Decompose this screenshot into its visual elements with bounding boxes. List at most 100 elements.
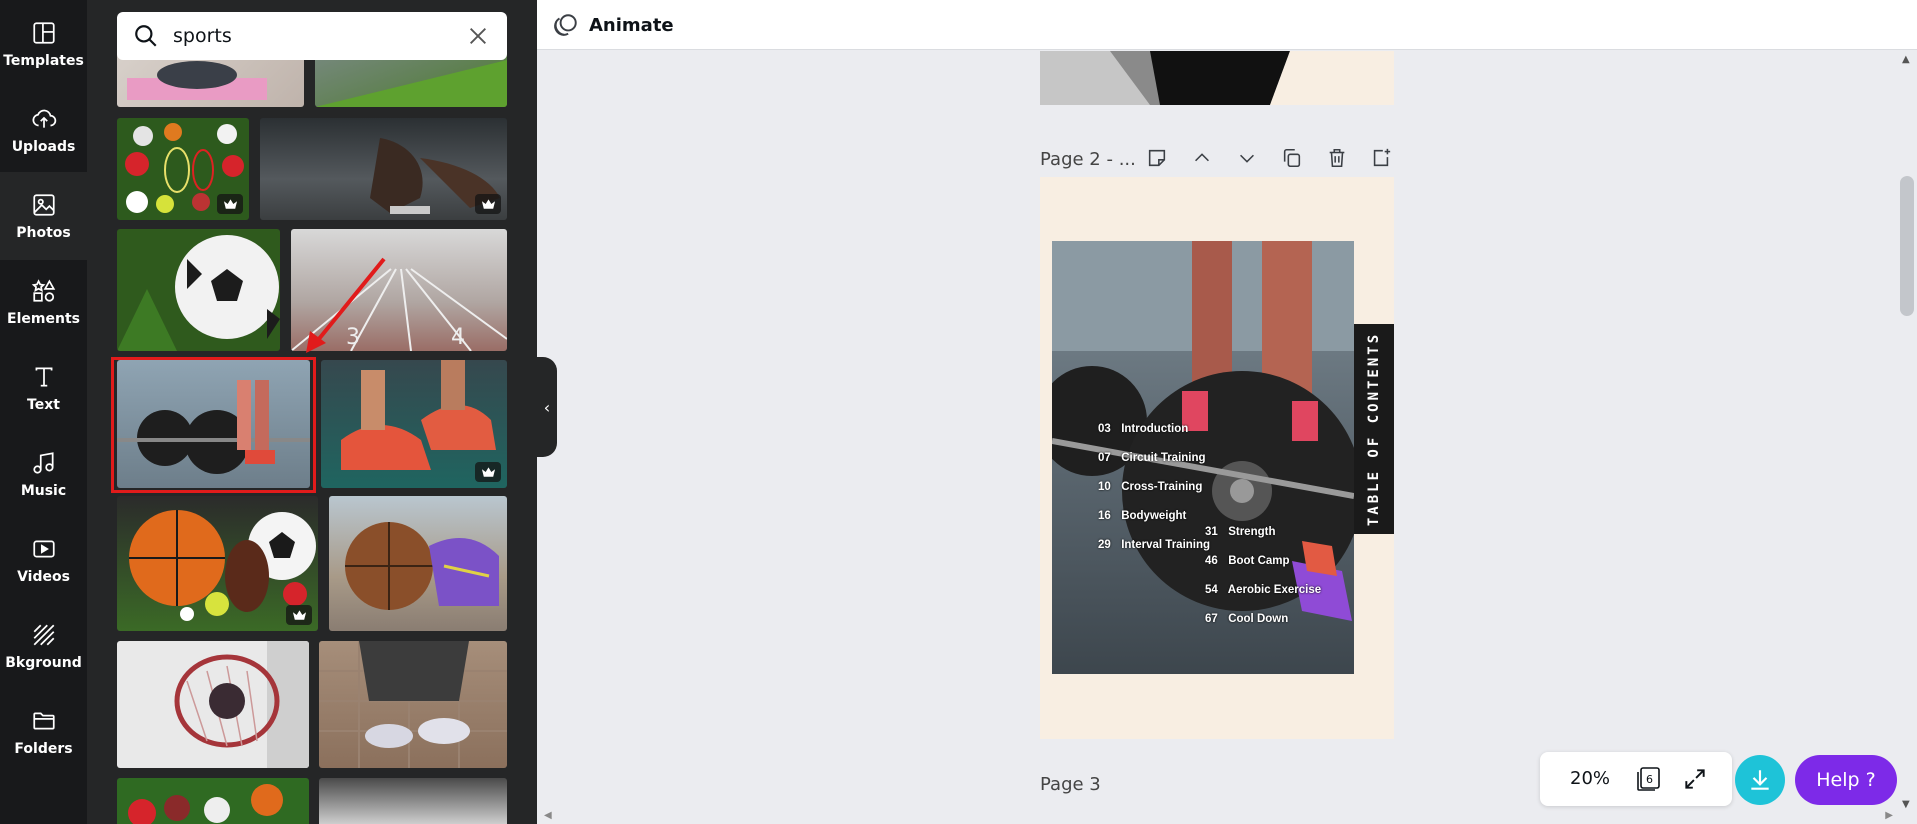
page-3-title[interactable]: Page 3 (1040, 774, 1101, 795)
animate-button[interactable]: Animate (553, 8, 674, 42)
photo-thumbnail[interactable] (117, 641, 309, 768)
rail-item-videos[interactable]: Videos (0, 516, 87, 604)
move-page-up-button[interactable] (1191, 147, 1215, 171)
toc-entry: 46 Boot Camp (1205, 555, 1290, 567)
sticky-note-icon (1148, 149, 1166, 167)
toc-entry: 31 Strength (1205, 526, 1276, 538)
rail-label: Photos (16, 225, 71, 241)
chevron-down-icon (1240, 154, 1254, 163)
toc-entry: 07 Circuit Training (1098, 452, 1206, 464)
rail-label: Folders (14, 741, 73, 757)
zoom-controls: 20% 6 (1540, 752, 1732, 806)
folder-icon (30, 707, 58, 735)
photo-icon (30, 191, 58, 219)
toc-entry: 03 Introduction (1098, 423, 1189, 435)
annotation-arrow-icon (306, 257, 386, 353)
premium-crown-icon (286, 605, 312, 625)
photo-thumbnail[interactable] (321, 360, 507, 488)
scrollbar-thumb[interactable] (1900, 176, 1914, 316)
rail-item-photos[interactable]: Photos (0, 172, 87, 260)
trash-icon (1329, 148, 1345, 168)
expand-icon (1685, 769, 1705, 789)
photo-thumbnail[interactable] (260, 118, 507, 220)
fullscreen-button[interactable] (1682, 766, 1708, 792)
delete-page-button[interactable] (1326, 147, 1350, 171)
templates-icon (30, 19, 58, 47)
rail-label: Templates (3, 53, 84, 69)
photo-thumbnail[interactable] (117, 778, 309, 824)
animate-label: Animate (589, 14, 674, 36)
rail-item-background[interactable]: Bkground (0, 602, 87, 690)
vertical-scrollbar[interactable]: ▲ ▼ (1897, 50, 1917, 812)
selection-highlight-box (111, 357, 316, 493)
zoom-level[interactable]: 20% (1570, 768, 1610, 789)
add-page-button[interactable] (1370, 147, 1394, 171)
photo-thumbnail[interactable] (329, 496, 507, 631)
video-icon (30, 535, 58, 563)
search-icon (135, 25, 157, 47)
help-button[interactable]: Help ? (1795, 755, 1897, 805)
page-2-toolbar: Page 2 - ... (1040, 137, 1394, 181)
pages-icon: 6 (1637, 767, 1660, 791)
rail-item-templates[interactable]: Templates (0, 0, 87, 88)
photo-thumbnail[interactable] (117, 229, 280, 351)
page-2[interactable]: TABLE OF CONTENTS 03 Introduction 07 Cir… (1040, 177, 1394, 739)
page-2-title[interactable]: Page 2 - ... (1040, 149, 1136, 170)
rail-label: Bkground (5, 655, 82, 671)
scroll-right-icon[interactable]: ▶ (1885, 810, 1893, 821)
duplicate-page-button[interactable] (1281, 147, 1305, 171)
toc-entry: 29 Interval Training (1098, 539, 1211, 551)
rail-label: Text (27, 397, 60, 413)
rail-item-uploads[interactable]: Uploads (0, 86, 87, 174)
photo-thumbnail[interactable] (319, 641, 507, 768)
design-canvas: Page 2 - ... TABLE OF CONTENTS 03 Introd… (537, 51, 1897, 811)
rail-label: Uploads (11, 139, 76, 155)
scroll-left-icon[interactable]: ◀ (544, 810, 552, 821)
toc-title: TABLE OF CONTENTS (1366, 331, 1383, 527)
music-note-icon (30, 449, 58, 477)
cloud-upload-icon (30, 105, 58, 133)
page-count: 6 (1646, 773, 1653, 786)
toc-entry: 10 Cross-Training (1098, 481, 1203, 493)
grid-view-button[interactable]: 6 (1634, 765, 1662, 793)
horizontal-scrollbar[interactable]: ◀ ▶ (540, 810, 1897, 824)
rail-label: Music (20, 483, 67, 499)
rail-item-music[interactable]: Music (0, 430, 87, 518)
animate-icon (554, 14, 577, 36)
text-icon (30, 363, 58, 391)
rail-label: Videos (17, 569, 70, 585)
toc-entry: 54 Aerobic Exercise (1205, 584, 1322, 596)
clear-search-icon[interactable] (467, 25, 489, 47)
svg-text:4: 4 (451, 325, 465, 350)
toc-entry: 67 Cool Down (1205, 613, 1289, 625)
page-1-preview[interactable] (1040, 51, 1394, 105)
add-page-icon (1373, 148, 1391, 167)
download-icon (1751, 770, 1769, 790)
help-label: Help ? (1816, 769, 1876, 791)
shapes-icon (30, 277, 58, 305)
photo-search-bar (117, 12, 507, 60)
side-navigation-rail: Templates Uploads Photos Elements Text M… (0, 0, 87, 824)
rail-label: Elements (7, 311, 80, 327)
premium-crown-icon (217, 194, 243, 214)
photo-thumbnail[interactable] (117, 496, 318, 631)
scroll-up-icon[interactable]: ▲ (1902, 54, 1910, 65)
download-button[interactable] (1735, 755, 1785, 805)
copy-icon (1283, 148, 1301, 168)
premium-crown-icon (475, 194, 501, 214)
background-pattern-icon (30, 621, 58, 649)
rail-item-elements[interactable]: Elements (0, 258, 87, 346)
premium-crown-icon (475, 462, 501, 482)
rail-item-text[interactable]: Text (0, 344, 87, 432)
rail-item-folders[interactable]: Folders (0, 688, 87, 776)
search-input[interactable] (173, 25, 443, 47)
toc-vertical-banner[interactable]: TABLE OF CONTENTS (1354, 324, 1394, 534)
toc-entry: 16 Bodyweight (1098, 510, 1187, 522)
page-notes-button[interactable] (1146, 147, 1170, 171)
photo-thumbnail[interactable] (117, 118, 249, 220)
editor-top-bar: Animate (537, 0, 1917, 50)
chevron-up-icon (1195, 153, 1209, 162)
scroll-down-icon[interactable]: ▼ (1902, 799, 1910, 810)
move-page-down-button[interactable] (1236, 147, 1260, 171)
photo-thumbnail[interactable] (319, 778, 507, 824)
